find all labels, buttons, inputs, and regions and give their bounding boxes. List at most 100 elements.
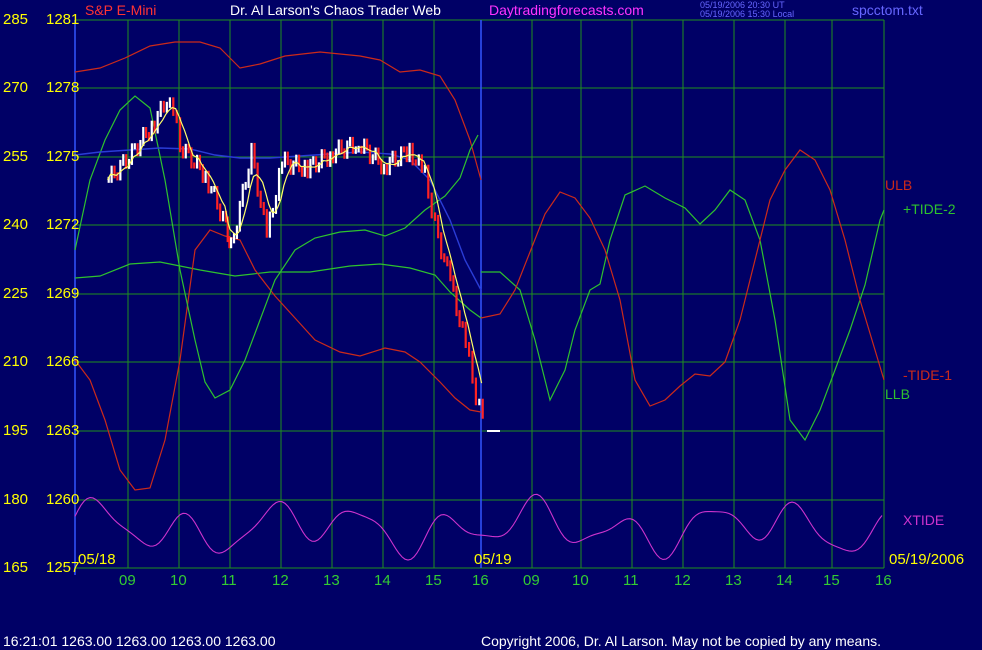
y-tick-price-1275: 1275 [46,148,80,165]
x-tick-0: 09 [119,572,136,589]
price-bar [113,165,116,179]
y-tick-left-270: 270 [3,79,29,96]
price-bar [312,156,315,165]
price-bar [400,146,403,167]
price-bar [411,142,414,166]
label-ulb: ULB [885,177,913,193]
x-tick-1: 10 [170,572,187,589]
y-tick-price-1263: 1263 [46,422,80,439]
timestamp-local: 05/19/2006 15:30 Local [700,9,795,19]
price-bar [474,377,477,406]
price-bar [351,136,355,154]
price-bar [455,285,458,317]
price-bar [458,310,461,328]
price-bar [204,170,207,183]
price-bar [320,149,323,169]
price-bar [420,154,423,173]
price-bar [349,136,352,147]
series-lines [74,41,885,561]
y-tick-left-255: 255 [3,148,29,165]
price-bar [461,321,464,328]
x-tick-14: 15 [823,572,840,589]
x-tick-12: 13 [725,572,742,589]
price-bar [262,201,265,216]
price-bar [315,156,318,173]
price-bar [443,253,446,263]
price-bar [340,139,343,155]
price-bar [452,275,455,292]
label-llb: LLB [885,386,910,402]
x-tick-11: 12 [674,572,691,589]
price-bar [434,212,437,221]
price-bar [159,100,162,117]
price-bar [219,203,222,222]
price-bar [371,154,374,165]
price-bar [323,149,326,159]
x-tick-13: 14 [776,572,793,589]
price-bar [210,186,213,194]
x-tick-7: 16 [472,572,489,589]
date-label-start: 05/18 [78,551,116,568]
price-bar [374,147,377,161]
y-tick-price-1257: 1257 [46,559,80,576]
price-bar [193,162,196,169]
price-bar [259,190,262,208]
price-bar [388,156,391,176]
yellow-average-line [107,106,483,384]
price-bars [107,97,500,432]
price-bar [221,210,225,222]
label-plus-tide-2: +TIDE-2 [903,201,956,217]
llb-line [74,95,479,399]
price-bar [230,237,233,249]
price-bar [383,163,386,175]
price-bar [446,256,449,267]
price-bar [343,148,346,159]
y-tick-price-1281: 1281 [46,11,80,28]
x-tick-5: 14 [374,572,391,589]
price-bar [256,162,259,197]
price-bar [253,142,256,169]
price-bar [464,321,467,348]
price-bar [440,232,443,260]
price-bar [181,146,185,159]
price-bar [265,209,268,238]
price-bar [414,159,417,166]
y-tick-left-285: 285 [3,11,29,28]
price-bar [247,168,250,188]
price-bar [408,142,411,163]
price-bar [468,341,471,357]
copyright-notice: Copyright 2006, Dr. Al Larson. May not b… [481,633,882,649]
y-tick-price-1266: 1266 [46,353,80,370]
price-bar [150,120,153,142]
price-bar [300,166,304,177]
price-bar [165,101,168,113]
price-bar [354,146,357,154]
price-bar [133,143,136,150]
price-bar [145,126,148,139]
grid [74,19,885,575]
price-bar [368,144,372,165]
label-minus-tide-1: -TIDE-1 [903,367,952,383]
price-bar [295,154,298,167]
price-bar [235,225,239,240]
site-link[interactable]: Daytradingforecasts.com [489,2,644,18]
y-tick-price-1278: 1278 [46,79,80,96]
filename-label: spcctom.txt [852,2,923,18]
y-tick-left-240: 240 [3,216,29,233]
date-label-mid: 05/19 [474,551,512,568]
y-tick-price-1272: 1272 [46,216,80,233]
price-bar [449,260,452,282]
price-bar [168,97,171,108]
price-bar [156,110,159,134]
price-bar [184,143,187,159]
price-bar [437,214,440,239]
price-bar [281,161,284,174]
label-xtide: XTIDE [903,512,945,528]
x-tick-15: 16 [875,572,892,589]
y-tick-left-195: 195 [3,422,29,439]
price-bar [268,211,271,238]
price-bar [309,158,312,179]
tide-green-line [74,261,482,319]
price-bar [405,146,408,163]
x-tick-10: 11 [623,572,639,589]
